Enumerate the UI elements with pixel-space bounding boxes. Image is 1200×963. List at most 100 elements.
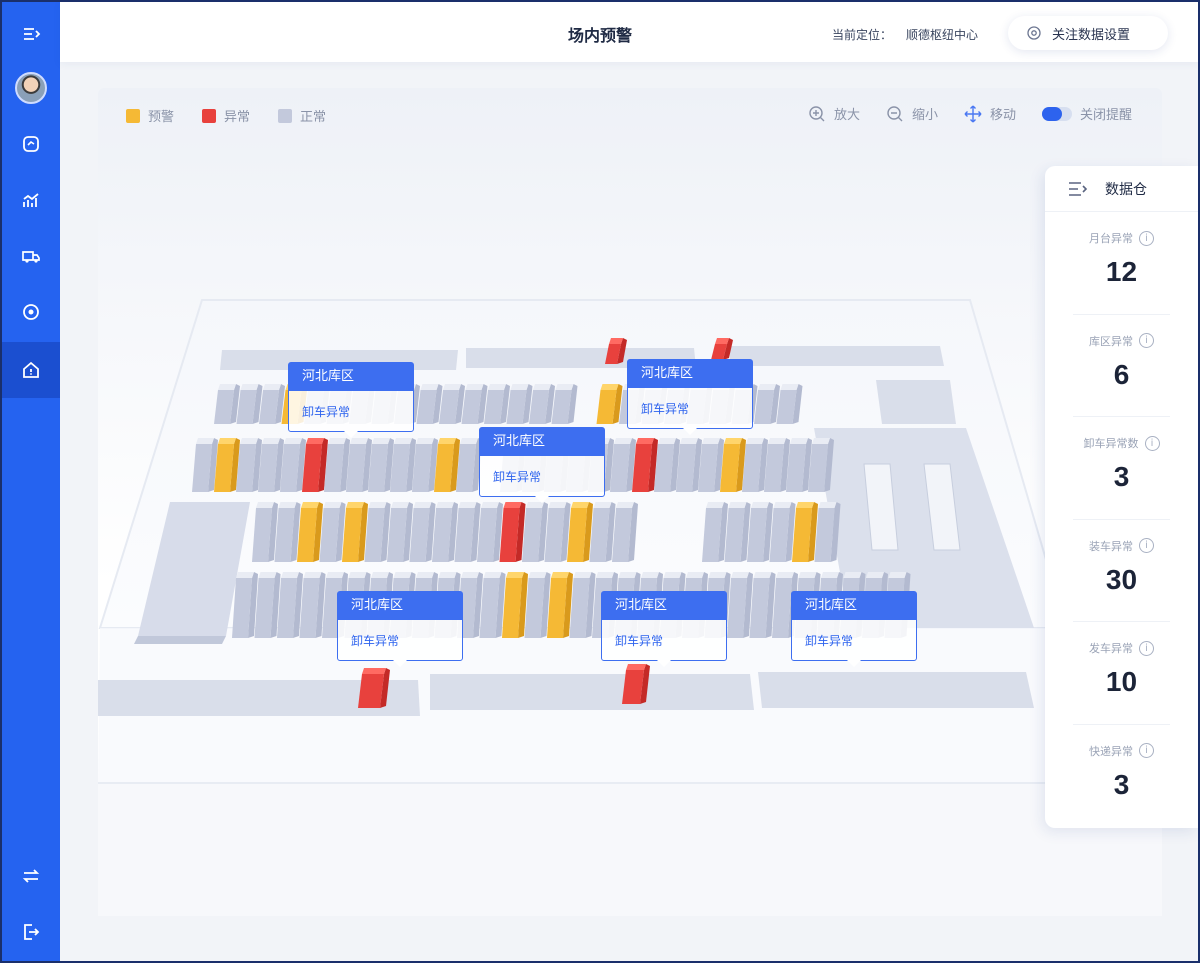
callout-zone: 河北库区	[338, 592, 462, 620]
dock-column-a	[632, 438, 658, 492]
data-warehouse-title: 数据仓	[1105, 181, 1147, 198]
data-warehouse-panel: 数据仓 月台异常 i 12 库区异常 i 6 卸车异常数 i 3 装车异常 i 30 发…	[1045, 166, 1198, 828]
dock-column-n	[274, 502, 301, 562]
logout-button[interactable]	[2, 904, 60, 960]
dock-column-n	[610, 438, 636, 492]
target-icon	[23, 304, 39, 320]
current-location: 当前定位： 顺德枢纽中心	[832, 26, 978, 43]
sidebar-item-box[interactable]	[2, 116, 60, 172]
avatar	[15, 72, 47, 104]
location-value[interactable]: 顺德枢纽中心	[906, 28, 978, 42]
dock-column-n	[544, 502, 571, 562]
dock-column-n	[589, 502, 616, 562]
menu-toggle-button[interactable]	[2, 6, 60, 62]
dock-column-n	[258, 438, 284, 492]
zone-alert-callout[interactable]: 河北库区 卸车异常	[627, 359, 753, 435]
truck-icon	[22, 251, 40, 263]
dock-column-a	[302, 438, 328, 492]
close-alert-toggle[interactable]: 关闭提醒	[1041, 104, 1132, 123]
stat-label: 快递异常	[1089, 744, 1133, 758]
sidebar-item-chart[interactable]	[2, 172, 60, 228]
app-frame: 场内预警 当前定位： 顺德枢纽中心 关注数据设置 预警 异常 正常 放大 缩小 …	[2, 2, 1198, 961]
dock-column-n	[612, 502, 638, 562]
dock-column-n	[254, 572, 281, 638]
dock-column-n	[747, 502, 773, 562]
dock-column-w	[297, 502, 323, 562]
legend-item-normal[interactable]: 正常	[278, 106, 326, 125]
dock-column-n	[676, 438, 702, 492]
gear-icon	[1027, 26, 1041, 40]
dock-column-n	[727, 572, 753, 638]
zone-alert-callout[interactable]: 河北库区 卸车异常	[791, 591, 917, 667]
dock-column-n	[769, 502, 796, 562]
toggle-switch[interactable]	[1041, 106, 1072, 121]
data-settings-button[interactable]: 关注数据设置	[1008, 16, 1168, 50]
dock-column-w	[502, 572, 528, 638]
dock-column-n	[724, 502, 751, 562]
info-icon[interactable]: i	[1144, 435, 1160, 451]
dock-column-a	[358, 668, 390, 708]
info-icon[interactable]: i	[1139, 538, 1154, 554]
callout-zone: 河北库区	[602, 592, 726, 620]
legend-item-warning[interactable]: 预警	[126, 106, 174, 125]
sidebar-item-truck[interactable]	[2, 228, 60, 284]
dock-column-w	[720, 438, 746, 492]
info-icon[interactable]: i	[1139, 333, 1154, 349]
dock-column-n	[569, 572, 596, 638]
stat-card[interactable]: 装车异常 i 30	[1073, 520, 1170, 623]
dock-column-n	[742, 438, 768, 492]
info-icon[interactable]: i	[1139, 743, 1154, 759]
zoom-in-button[interactable]: 放大	[808, 104, 860, 123]
zone-alert-callout[interactable]: 河北库区 卸车异常	[601, 591, 727, 667]
dock-column-n	[277, 572, 303, 638]
callout-zone: 河北库区	[628, 360, 752, 388]
zoom-in-icon	[809, 105, 825, 121]
home-alert-icon	[23, 361, 39, 378]
chart-icon	[23, 193, 39, 207]
info-icon[interactable]: i	[1139, 230, 1154, 246]
stat-label: 装车异常	[1089, 539, 1133, 553]
header: 场内预警 当前定位： 顺德枢纽中心 关注数据设置	[60, 2, 1198, 62]
stat-label: 卸车异常数	[1083, 437, 1139, 451]
sidebar-item-alert[interactable]	[2, 342, 60, 398]
box-icon	[23, 136, 39, 152]
zone-alert-callout[interactable]: 河北库区 卸车异常	[337, 591, 463, 667]
zone-alert-callout[interactable]: 河北库区 卸车异常	[288, 362, 414, 438]
move-button[interactable]: 移动	[964, 104, 1016, 123]
dock-column-n	[387, 502, 413, 562]
sidebar-item-target[interactable]	[2, 284, 60, 340]
dock-column-n	[814, 502, 841, 562]
zone-alert-callout[interactable]: 河北库区 卸车异常	[479, 427, 605, 503]
user-avatar-button[interactable]	[2, 60, 60, 116]
stat-card[interactable]: 发车异常 i 10	[1073, 622, 1170, 725]
move-icon	[964, 105, 982, 122]
stat-label: 发车异常	[1089, 642, 1133, 656]
data-warehouse-header[interactable]: 数据仓	[1045, 166, 1198, 212]
dock-column-n	[346, 438, 372, 492]
stat-value: 12	[1105, 256, 1138, 287]
dock-column-n	[324, 438, 350, 492]
callout-zone: 河北库区	[480, 428, 604, 456]
dock-column-a	[622, 664, 650, 704]
stat-card[interactable]: 月台异常 i 12	[1073, 212, 1170, 315]
dock-column-n	[192, 438, 218, 492]
switch-button[interactable]	[2, 848, 60, 904]
stat-card[interactable]: 快递异常 i 3	[1073, 725, 1170, 828]
dock-column-n	[808, 438, 834, 492]
collapse-menu-icon[interactable]	[1067, 180, 1089, 198]
dock-column-n	[252, 502, 278, 562]
logout-icon	[24, 924, 40, 940]
dock-column-n	[409, 502, 436, 562]
info-icon[interactable]: i	[1139, 640, 1154, 656]
stat-card[interactable]: 卸车异常数 i 3	[1073, 417, 1170, 520]
legend-item-abnormal[interactable]: 异常	[202, 106, 250, 125]
dock-column-n	[749, 572, 776, 638]
callout-text: 卸车异常	[641, 402, 690, 416]
callout-text: 卸车异常	[615, 634, 664, 648]
dock-column-n	[477, 502, 503, 562]
zoom-out-icon	[887, 105, 903, 121]
zoom-out-button[interactable]: 缩小	[886, 104, 938, 123]
dock-column-w	[342, 502, 368, 562]
dock-column-n	[786, 438, 812, 492]
stat-card[interactable]: 库区异常 i 6	[1073, 315, 1170, 418]
